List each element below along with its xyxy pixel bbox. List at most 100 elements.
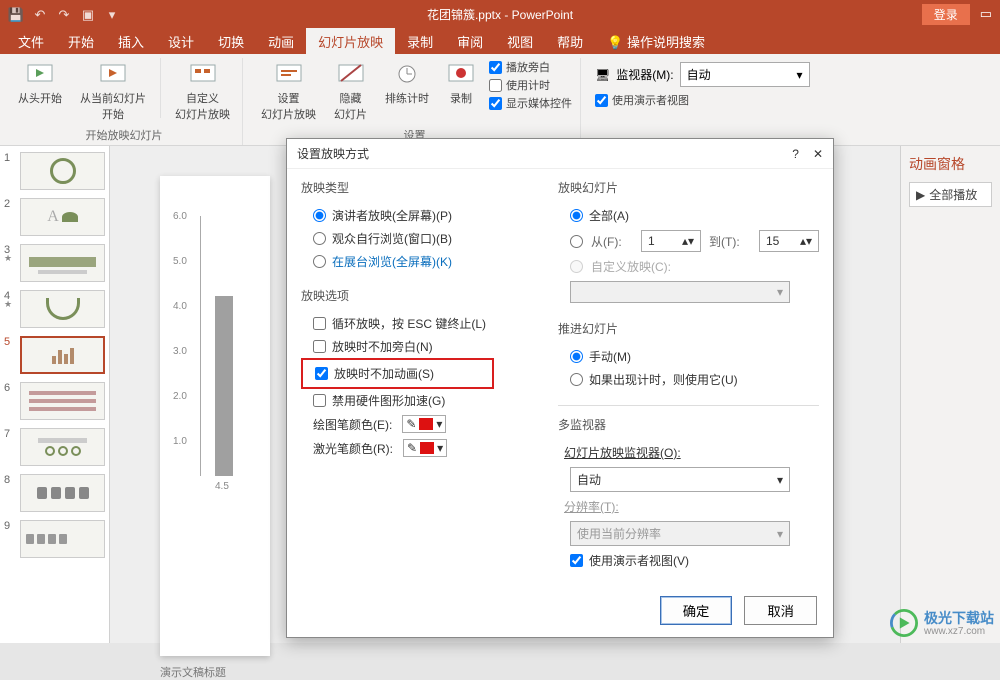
save-icon[interactable]: 💾 [8,6,24,22]
monitor-dialog-value: 自动 [577,471,601,488]
cancel-button[interactable]: 取消 [744,596,817,625]
chevron-down-icon: ▾ [777,473,783,487]
chevron-down-icon: ▾ [437,441,443,455]
chk-no-hw[interactable]: 禁用硬件图形加速(G) [301,389,544,412]
login-button[interactable]: 登录 [922,4,970,25]
dialog-help-button[interactable]: ? [792,147,799,161]
custom-show-icon [189,60,217,88]
custom-show-label: 自定义 幻灯片放映 [175,90,230,122]
thumb-4[interactable] [20,290,105,328]
presenter-view-check[interactable]: 使用演示者视图 [595,91,689,109]
rehearse-button[interactable]: 排练计时 [381,58,433,108]
opt-presenter[interactable]: 演讲者放映(全屏幕)(P) [301,204,544,227]
monitor-select[interactable]: 自动▾ [680,62,810,87]
chk-no-animation-label: 放映时不加动画(S) [334,365,434,382]
play-from-current-icon [99,60,127,88]
resolution-value: 使用当前分辨率 [577,525,661,542]
setup-show-button[interactable]: 设置 幻灯片放映 [257,58,320,124]
tab-insert[interactable]: 插入 [106,28,156,54]
chevron-down-icon: ▾ [436,417,442,431]
thumb-6[interactable] [20,382,105,420]
pen-color-button[interactable]: ✎▾ [402,415,446,433]
animation-play-all-button[interactable]: ▶全部播放 [909,182,992,207]
hide-slide-button[interactable]: 隐藏 幻灯片 [330,58,371,124]
opt-browse[interactable]: 观众自行浏览(窗口)(B) [301,227,544,250]
tab-review[interactable]: 审阅 [445,28,495,54]
thumb-7[interactable] [20,428,105,466]
opt-manual[interactable]: 手动(M) [558,345,819,368]
chk-presenter-view[interactable]: 使用演示者视图(V) [558,549,819,572]
from-current-button[interactable]: 从当前幻灯片 开始 [76,58,150,124]
to-spinner[interactable]: 15▴▾ [759,230,819,252]
monitor-value: 自动 [687,66,711,83]
opt-from-radio[interactable] [570,235,583,248]
chk-no-animation[interactable]: 放映时不加动画(S) [305,362,490,385]
custom-show-button[interactable]: 自定义 幻灯片放映 [171,58,234,124]
from-label: 从(F): [591,233,633,250]
tab-transition[interactable]: 切换 [206,28,256,54]
thumb-8[interactable] [20,474,105,512]
spinner-icon: ▴▾ [682,234,694,248]
play-narration-check[interactable]: 播放旁白 [489,58,572,76]
thumb-3[interactable] [20,244,105,282]
tab-file[interactable]: 文件 [6,28,56,54]
setup-show-label: 设置 幻灯片放映 [261,90,316,122]
thumb-2[interactable]: A [20,198,105,236]
resolution-select: 使用当前分辨率▾ [570,521,790,546]
use-timings-check[interactable]: 使用计时 [489,76,572,94]
chk-loop[interactable]: 循环放映，按 ESC 键终止(L) [301,312,544,335]
thumb-1[interactable] [20,152,105,190]
ok-button[interactable]: 确定 [660,596,733,625]
undo-icon[interactable]: ↶ [32,6,48,22]
tab-record[interactable]: 录制 [395,28,445,54]
chk-no-narration[interactable]: 放映时不加旁白(N) [301,335,544,358]
tab-animation[interactable]: 动画 [256,28,306,54]
spinner-icon: ▴▾ [800,234,812,248]
opt-all-label: 全部(A) [589,207,629,224]
monitor-select-label: 幻灯片放映监视器(O): [564,444,681,461]
custom-show-label: 自定义放映(C): [591,258,671,275]
chk-loop-label: 循环放映，按 ESC 键终止(L) [332,315,486,332]
qat-dropdown-icon[interactable]: ▾ [104,6,120,22]
play-from-start-icon [26,60,54,88]
opt-timings[interactable]: 如果出现计时，则使用它(U) [558,368,819,391]
from-value: 1 [648,234,655,248]
monitor-dialog-select[interactable]: 自动 ▾ [570,467,790,492]
from-beginning-button[interactable]: 从头开始 [14,58,66,108]
show-media-check[interactable]: 显示媒体控件 [489,94,572,112]
redo-icon[interactable]: ↷ [56,6,72,22]
chart-bar [215,296,233,476]
chart-xlabel: 4.5 [215,481,229,492]
opt-custom-radio [570,260,583,273]
chart-ytick: 1.0 [173,436,187,447]
pen-icon: ✎ [406,417,416,431]
opt-all[interactable]: 全部(A) [558,204,819,227]
chk-no-narration-label: 放映时不加旁白(N) [332,338,433,355]
play-narration-label: 播放旁白 [506,59,550,75]
play-icon: ▶ [916,188,925,202]
start-show-icon[interactable]: ▣ [80,6,96,22]
dialog-close-button[interactable]: ✕ [813,147,823,161]
chart-ytick: 3.0 [173,346,187,357]
record-button[interactable]: 录制 [443,58,479,108]
tell-me[interactable]: 💡 操作说明搜索 [595,28,717,54]
slide-thumbnails[interactable]: 1 2A 3★ 4★ 5 6 7 8 9 [0,146,110,643]
thumb-5[interactable] [20,336,105,374]
ribbon-options-icon[interactable]: ▭ [980,7,992,21]
thumb-9[interactable] [20,520,105,558]
opt-kiosk[interactable]: 在展台浏览(全屏幕)(K) [301,250,544,273]
tab-home[interactable]: 开始 [56,28,106,54]
tab-help[interactable]: 帮助 [545,28,595,54]
setup-show-icon [275,60,303,88]
watermark-logo-icon [890,609,918,637]
laser-color-button[interactable]: ✎▾ [403,439,447,457]
show-slides-label: 放映幻灯片 [558,179,819,196]
chart-ytick: 6.0 [173,211,187,222]
from-current-label: 从当前幻灯片 开始 [80,90,146,122]
tab-view[interactable]: 视图 [495,28,545,54]
tab-slideshow[interactable]: 幻灯片放映 [306,28,395,54]
from-spinner[interactable]: 1 ▴▾ [641,230,701,252]
tab-design[interactable]: 设计 [156,28,206,54]
watermark-url: www.xz7.com [924,626,994,637]
custom-show-select: ▾ [570,281,790,303]
